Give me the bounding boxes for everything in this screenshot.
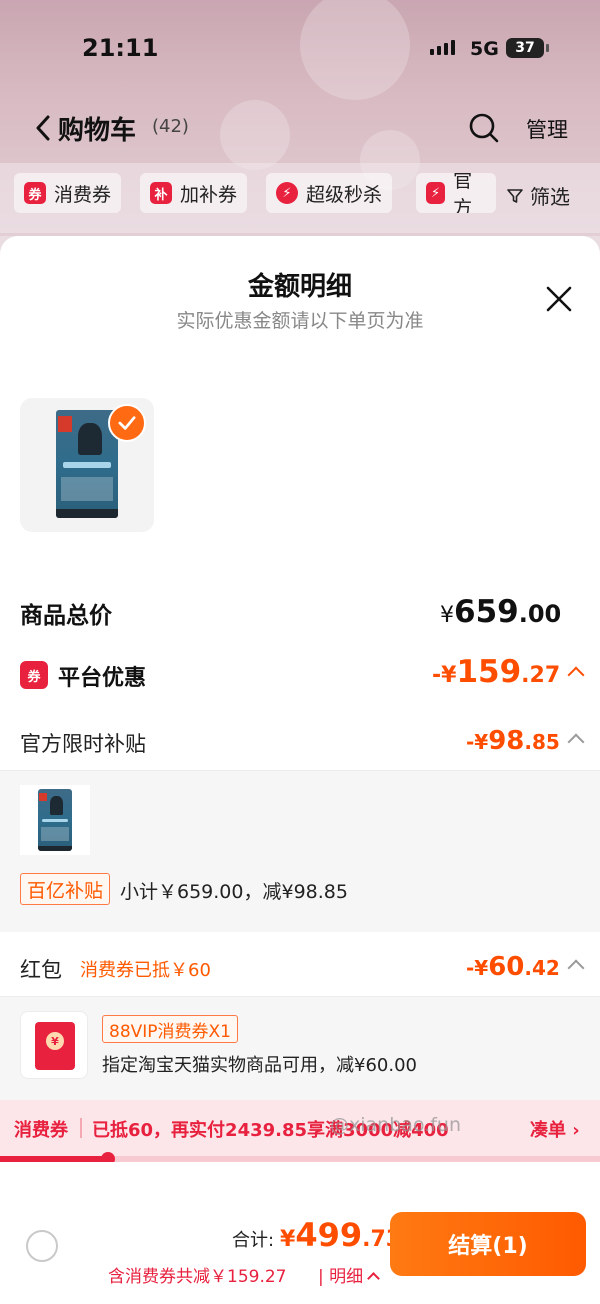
- filter-label: 筛选: [530, 185, 570, 209]
- chevron-up-icon: [567, 666, 585, 684]
- detail-toggle[interactable]: | 明细: [318, 1262, 381, 1287]
- chip-label: 消费券: [54, 183, 112, 206]
- coupon-detail: ¥ 88VIP消费券X1 指定淘宝天猫实物商品可用，减¥60.00: [0, 996, 600, 1100]
- filter-icon: [507, 188, 523, 203]
- red-packet-label: 红包: [20, 958, 62, 982]
- lightning-icon: ⚡: [426, 182, 446, 204]
- page-title: 购物车: [58, 116, 137, 146]
- red-packet-value[interactable]: -¥60.42: [466, 952, 585, 982]
- currency-symbol: ¥: [280, 1227, 296, 1252]
- platform-discount-value[interactable]: -¥159.27: [432, 654, 585, 690]
- cart-count: (42): [152, 116, 189, 137]
- red-packet-note: 消费券已抵￥60: [80, 960, 211, 981]
- selected-check-icon[interactable]: [108, 404, 146, 442]
- amount-integer: 659: [454, 594, 519, 630]
- status-time: 21:11: [82, 34, 159, 62]
- chevron-up-icon: [567, 733, 585, 751]
- amount-prefix: -¥: [466, 730, 489, 754]
- chip-consumer-coupon[interactable]: 券 消费券: [14, 173, 122, 213]
- add-items-link[interactable]: 凑单 ›: [530, 1116, 580, 1142]
- product-image: [38, 789, 72, 851]
- amount-prefix: -¥: [466, 956, 489, 980]
- amount-decimal: .00: [518, 600, 562, 628]
- chip-flash-sale[interactable]: ⚡ 超级秒杀: [266, 173, 393, 213]
- checkout-button[interactable]: 结算(1): [390, 1212, 586, 1276]
- filter-chips: 券 消费券 补 加补券 ⚡ 超级秒杀 ⚡ 官方 筛选: [0, 163, 600, 233]
- official-subsidy-label: 官方限时补贴: [20, 732, 146, 756]
- select-all-checkbox[interactable]: [26, 1230, 58, 1262]
- product-total-label: 商品总价: [20, 603, 112, 629]
- signal-icon: [430, 40, 455, 55]
- close-icon[interactable]: [544, 284, 574, 314]
- amount-integer: 159: [456, 654, 522, 690]
- currency-symbol: ¥: [440, 603, 454, 628]
- filter-button[interactable]: 筛选: [506, 181, 570, 210]
- vip-coupon-text: 指定淘宝天猫实物商品可用，减¥60.00: [102, 1055, 417, 1076]
- official-subsidy-value[interactable]: -¥98.85: [466, 726, 585, 756]
- subsidy-text: 小计￥659.00，减¥98.85: [120, 881, 348, 903]
- subsidy-icon: 补: [150, 182, 172, 204]
- search-icon[interactable]: [468, 112, 500, 144]
- status-bar: 21:11 5G 37: [0, 0, 600, 96]
- cart-header: 购物车 (42) 管理: [0, 104, 600, 154]
- discount-note: 含消费券共减￥159.27: [108, 1267, 287, 1287]
- back-icon[interactable]: [34, 114, 52, 142]
- coupon-icon: 券: [24, 182, 46, 204]
- red-packet-icon: ¥: [20, 1011, 88, 1079]
- subsidy-detail: 百亿补贴 小计￥659.00，减¥98.85: [0, 770, 600, 932]
- promo-bar[interactable]: 消费券 已抵60，再实付2439.85享满3000减400 @xianbao.f…: [0, 1100, 600, 1156]
- vip-coupon-tag: 88VIP消费券X1: [102, 1015, 238, 1043]
- product-total-value: ¥659.00: [440, 594, 561, 630]
- amount-decimal: .27: [521, 663, 561, 688]
- amount-decimal: .85: [524, 730, 560, 754]
- chip-label: 超级秒杀: [306, 183, 383, 206]
- checkout-footer: 合计: ¥499.73 含消费券共减￥159.27 | 明细 结算(1): [0, 1162, 600, 1304]
- promo-label: 消费券: [14, 1120, 68, 1141]
- chevron-up-icon: [567, 959, 585, 977]
- total-label: 合计:: [232, 1230, 275, 1251]
- chip-subsidy-coupon[interactable]: 补 加补券: [140, 173, 248, 213]
- platform-coupon-icon: 券: [20, 661, 48, 689]
- chip-label: 加补券: [180, 183, 238, 206]
- product-thumbnail-small: [20, 785, 90, 855]
- total-value: ¥499.73: [280, 1216, 401, 1254]
- network-type: 5G: [470, 38, 499, 60]
- amount-detail-sheet: 金额明细 实际优惠金额请以下单页为准 商品总价 ¥659.00 券 平台优惠 -…: [0, 236, 600, 1304]
- lightning-icon: ⚡: [276, 182, 298, 204]
- battery-icon: 37: [506, 38, 549, 58]
- subsidy-tag: 百亿补贴: [20, 873, 111, 905]
- divider: [80, 1118, 82, 1138]
- detail-label: | 明细: [318, 1267, 364, 1287]
- manage-button[interactable]: 管理: [526, 114, 568, 144]
- platform-discount-label: 平台优惠: [58, 666, 147, 691]
- chip-label: 官方: [453, 173, 473, 213]
- sheet-title: 金额明细: [247, 272, 352, 302]
- chevron-up-icon: [367, 1272, 381, 1285]
- watermark: @xianbao.fun: [330, 1114, 462, 1136]
- amount-prefix: -¥: [432, 663, 457, 688]
- amount-decimal: .42: [524, 956, 560, 980]
- amount-integer: 98: [488, 726, 525, 756]
- sheet-subtitle: 实际优惠金额请以下单页为准: [176, 310, 424, 332]
- amount-integer: 60: [488, 952, 525, 982]
- chip-official[interactable]: ⚡ 官方: [416, 173, 496, 213]
- amount-integer: 499: [295, 1216, 363, 1254]
